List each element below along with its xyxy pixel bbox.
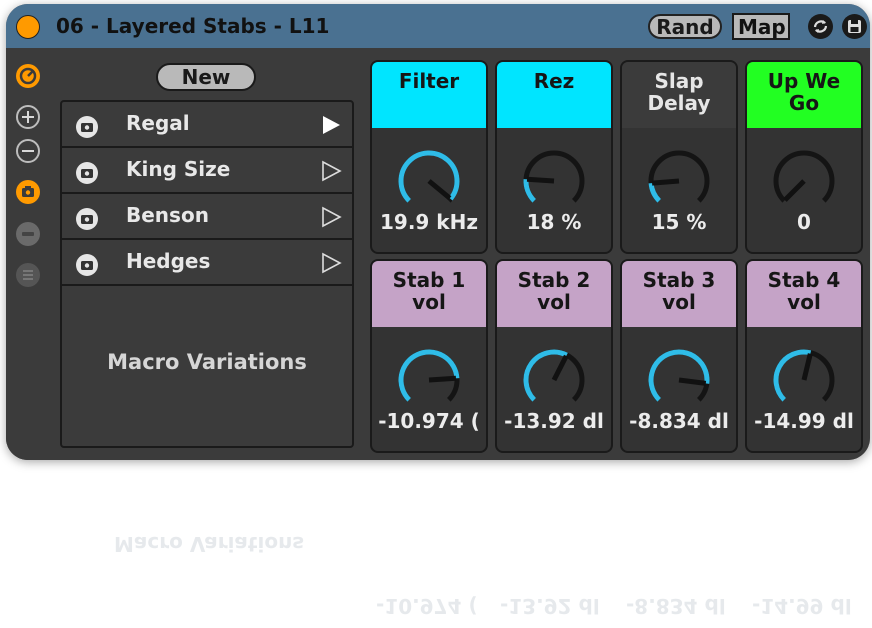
reflection-value: -8.834 dl: [626, 594, 726, 618]
macro-rack: 06 - Layered Stabs - L11 Rand Map New Re…: [6, 4, 870, 460]
macro-label: Slap Delay: [622, 62, 736, 128]
macro-value: 15 %: [651, 210, 707, 234]
rack-title: 06 - Layered Stabs - L11: [56, 14, 330, 38]
variation-row[interactable]: Regal: [62, 102, 352, 148]
variation-row[interactable]: King Size: [62, 148, 352, 194]
macro-label: Stab 3 vol: [622, 261, 736, 327]
play-icon[interactable]: [320, 160, 342, 182]
macro-knob-6[interactable]: Stab 2 vol -13.92 dl: [495, 259, 613, 453]
macro-variations-label: Macro Variations: [107, 350, 307, 374]
macro-knob-1[interactable]: Filter 19.9 kHz: [370, 60, 488, 254]
play-icon[interactable]: [320, 206, 342, 228]
macro-value: -14.99 dl: [754, 409, 854, 433]
macro-value: 18 %: [526, 210, 582, 234]
macro-value: 0: [797, 210, 811, 234]
rack-reflection: -10.974 ( -13.92 dl -8.834 dl -14.99 dl …: [6, 462, 870, 628]
variation-name: Regal: [126, 111, 190, 135]
add-icon[interactable]: [16, 105, 40, 129]
macro-value: -13.92 dl: [504, 409, 604, 433]
macro-knob-4[interactable]: Up We Go 0: [745, 60, 863, 254]
reflection-label: Macro Variations: [114, 532, 305, 556]
variation-name: Benson: [126, 203, 209, 227]
knob-icon[interactable]: [769, 345, 839, 415]
variation-row[interactable]: Hedges: [62, 240, 352, 286]
snapshot-icon[interactable]: [76, 116, 98, 138]
collapse-icon[interactable]: [16, 222, 40, 246]
variations-panel: New Regal King Size Benson Hedges Macro …: [52, 48, 358, 460]
snapshot-icon[interactable]: [76, 254, 98, 276]
knob-icon[interactable]: [394, 345, 464, 415]
variation-list: Regal King Size Benson Hedges Macro Vari…: [60, 100, 354, 448]
remove-icon[interactable]: [16, 139, 40, 163]
snapshot-icon[interactable]: [16, 180, 40, 204]
macro-value: -10.974 (: [378, 409, 480, 433]
macro-knob-5[interactable]: Stab 1 vol -10.974 (: [370, 259, 488, 453]
macro-knob-7[interactable]: Stab 3 vol -8.834 dl: [620, 259, 738, 453]
macro-value: -8.834 dl: [629, 409, 729, 433]
macro-label: Stab 2 vol: [497, 261, 611, 327]
rand-button[interactable]: Rand: [648, 14, 722, 39]
macro-label: Up We Go: [747, 62, 861, 128]
rack-body: New Regal King Size Benson Hedges Macro …: [6, 48, 870, 460]
play-icon[interactable]: [320, 114, 342, 136]
reflection-value: -13.92 dl: [500, 594, 600, 618]
play-icon[interactable]: [320, 252, 342, 274]
macro-knob-2[interactable]: Rez 18 %: [495, 60, 613, 254]
variation-row[interactable]: Benson: [62, 194, 352, 240]
reflection-value: -10.974 (: [376, 594, 478, 618]
save-icon[interactable]: [842, 14, 867, 39]
knob-icon[interactable]: [769, 146, 839, 216]
list-icon[interactable]: [16, 263, 40, 287]
macro-label: Stab 4 vol: [747, 261, 861, 327]
side-toolbar: [6, 48, 52, 460]
hotswap-icon[interactable]: [16, 64, 40, 88]
reflection-value: -14.99 dl: [752, 594, 852, 618]
macro-knob-3[interactable]: Slap Delay 15 %: [620, 60, 738, 254]
knob-icon[interactable]: [644, 146, 714, 216]
macro-knob-8[interactable]: Stab 4 vol -14.99 dl: [745, 259, 863, 453]
new-variation-button[interactable]: New: [156, 63, 256, 91]
snapshot-icon[interactable]: [76, 162, 98, 184]
knob-icon[interactable]: [519, 146, 589, 216]
fold-icon[interactable]: [16, 15, 40, 39]
macro-label: Rez: [497, 62, 611, 128]
variation-name: Hedges: [126, 249, 211, 273]
knob-icon[interactable]: [394, 146, 464, 216]
variation-name: King Size: [126, 157, 231, 181]
snapshot-icon[interactable]: [76, 208, 98, 230]
randomize-icon[interactable]: [808, 14, 833, 39]
macro-value: 19.9 kHz: [380, 210, 478, 234]
knob-icon[interactable]: [644, 345, 714, 415]
knob-icon[interactable]: [519, 345, 589, 415]
macro-label: Filter: [372, 62, 486, 128]
map-button[interactable]: Map: [732, 13, 790, 40]
macro-label: Stab 1 vol: [372, 261, 486, 327]
title-bar: 06 - Layered Stabs - L11 Rand Map: [6, 4, 870, 48]
